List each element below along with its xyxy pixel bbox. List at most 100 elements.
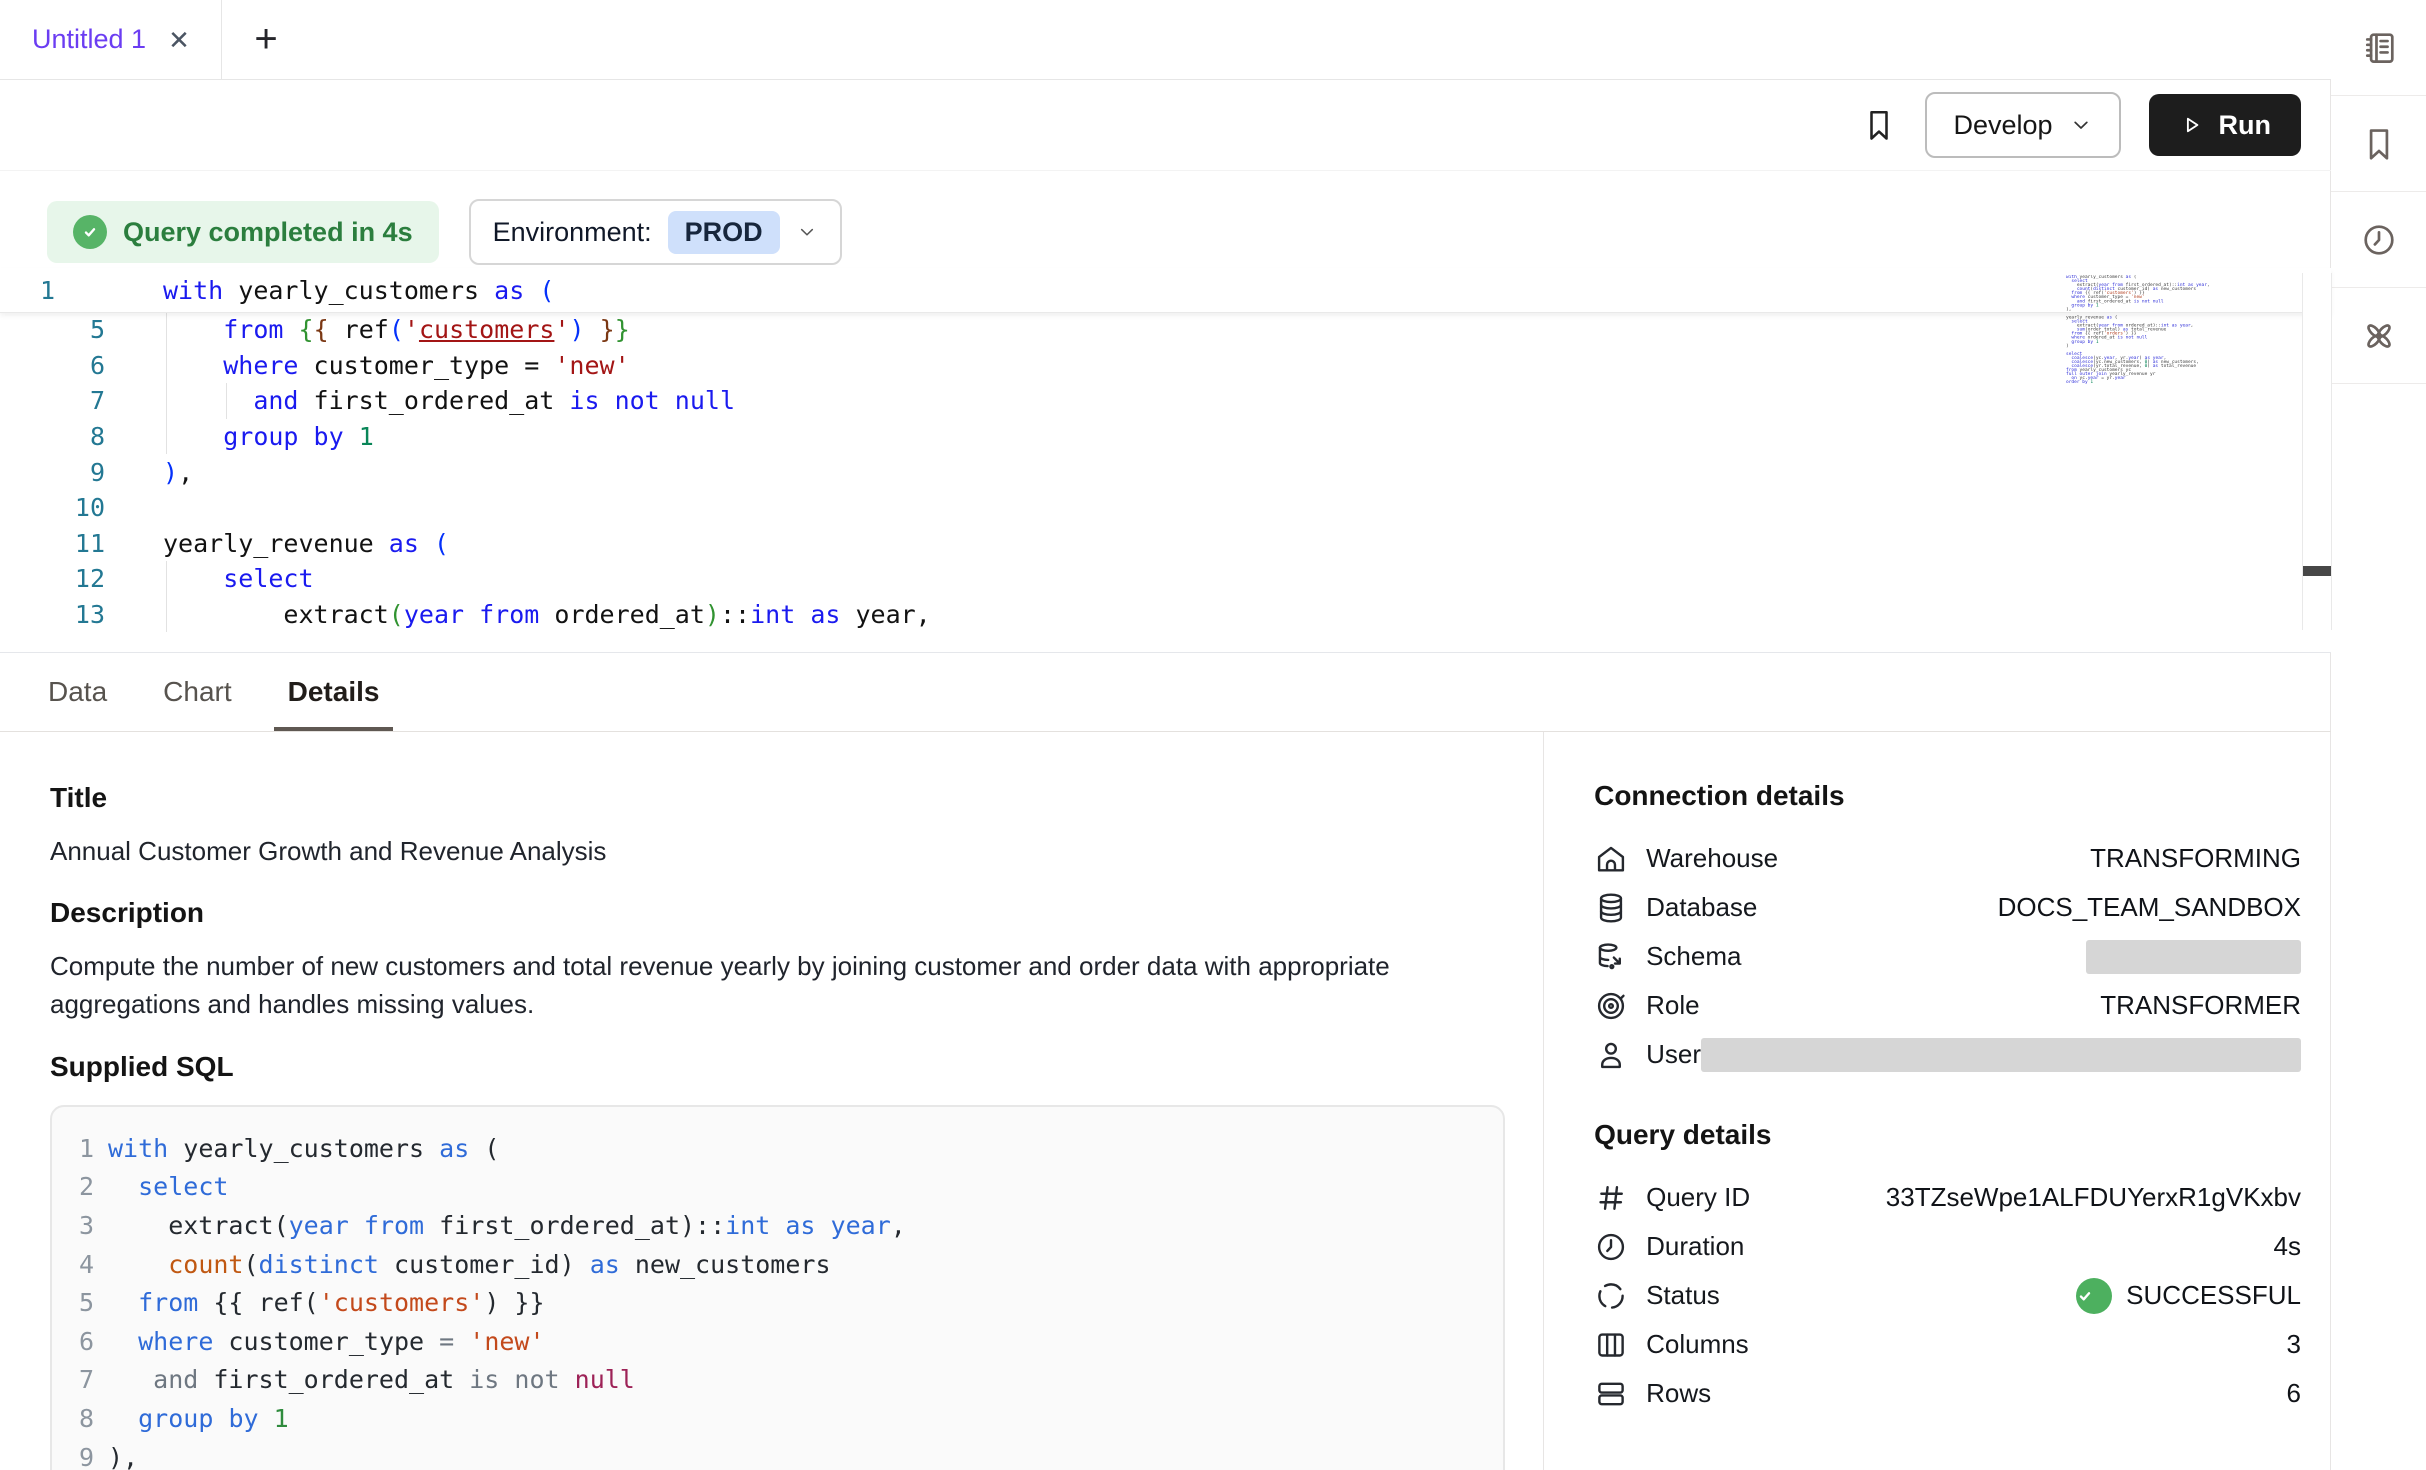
detail-row-status: StatusSUCCESSFUL — [1594, 1271, 2301, 1320]
tab-untitled-1[interactable]: Untitled 1 ✕ — [0, 0, 222, 79]
detail-label: Database — [1646, 892, 1757, 923]
code-line: 10 — [0, 490, 2331, 526]
details-panel: Title Annual Customer Growth and Revenue… — [0, 732, 2331, 1470]
role-icon — [1594, 989, 1628, 1023]
query-status-pill: Query completed in 4s — [47, 201, 439, 263]
title-value: Annual Customer Growth and Revenue Analy… — [50, 836, 1543, 867]
detail-value: DOCS_TEAM_SANDBOX — [1998, 892, 2301, 923]
new-tab-button[interactable]: + — [236, 0, 296, 79]
detail-label: User — [1646, 1039, 1701, 1070]
result-tabs: Data Chart Details — [0, 653, 2331, 732]
sql-line: 8 group by 1 — [60, 1399, 1503, 1438]
description-heading: Description — [50, 897, 1543, 929]
tab-label: Untitled 1 — [32, 24, 146, 55]
status-row: Query completed in 4s Environment: PROD — [47, 199, 2331, 265]
detail-label: Rows — [1646, 1378, 1711, 1409]
duration-icon — [1594, 1230, 1628, 1264]
redacted-value — [1701, 1038, 2301, 1072]
query-status-text: Query completed in 4s — [123, 217, 413, 248]
tab-details[interactable]: Details — [288, 653, 380, 731]
tab-label: Details — [288, 676, 380, 708]
run-button[interactable]: Run — [2149, 94, 2301, 156]
sql-line: 2 select — [60, 1168, 1503, 1207]
editor-scrollbar[interactable] — [2302, 273, 2332, 630]
rail-history-button[interactable] — [2331, 192, 2426, 288]
tab-chart[interactable]: Chart — [163, 653, 231, 731]
bookmark-icon[interactable] — [1861, 107, 1897, 143]
sql-line: 7 and first_ordered_at is not null — [60, 1361, 1503, 1400]
warehouse-icon — [1594, 842, 1628, 876]
query-detail-rows: Query ID33TZseWpe1ALFDUYerxR1gVKxbvDurat… — [1594, 1173, 2301, 1418]
sql-line: 9), — [60, 1438, 1503, 1470]
connection-details-heading: Connection details — [1594, 780, 2301, 812]
detail-label: Columns — [1646, 1329, 1749, 1360]
title-heading: Title — [50, 782, 1543, 814]
database-icon — [1594, 891, 1628, 925]
columns-icon — [1594, 1328, 1628, 1362]
line-number: 1 — [40, 276, 55, 305]
sql-line: 1with yearly_customers as ( — [60, 1129, 1503, 1168]
active-tab-underline — [274, 727, 394, 731]
chevron-down-icon — [2069, 113, 2093, 137]
user-icon — [1594, 1038, 1628, 1072]
detail-label: Status — [1646, 1280, 1720, 1311]
rail-paradime-logo-button[interactable] — [2331, 288, 2426, 384]
chevron-down-icon — [796, 221, 818, 243]
code-line: 8 group by 1 — [0, 419, 2331, 455]
plus-icon: + — [254, 17, 277, 62]
sql-line: 4 count(distinct customer_id) as new_cus… — [60, 1245, 1503, 1284]
tab-label: Chart — [163, 676, 231, 708]
detail-value: 33TZseWpe1ALFDUYerxR1gVKxbv — [1886, 1182, 2301, 1213]
environment-selector[interactable]: Environment: PROD — [469, 199, 842, 265]
editor-lines: 5 from {{ ref('customers') }}6 where cus… — [0, 312, 2331, 652]
code-line: 11yearly_revenue as ( — [0, 526, 2331, 562]
bookmark-icon — [2360, 125, 2398, 163]
tab-data[interactable]: Data — [48, 653, 107, 731]
detail-value: 3 — [2287, 1329, 2301, 1360]
redacted-value — [2086, 940, 2301, 974]
develop-button[interactable]: Develop — [1925, 92, 2120, 158]
rail-bookmark-button[interactable] — [2331, 96, 2426, 192]
details-left: Title Annual Customer Growth and Revenue… — [0, 732, 1543, 1470]
play-icon — [2179, 112, 2205, 138]
detail-value: TRANSFORMER — [2100, 990, 2301, 1021]
code-line: 7 and first_ordered_at is not null — [0, 383, 2331, 419]
rail-notebook-button[interactable] — [2331, 0, 2426, 96]
code-line: 13 extract(year from ordered_at)::int as… — [0, 597, 2331, 633]
detail-row-schema: Schema — [1594, 932, 2301, 981]
main-column: Untitled 1 ✕ + Develop Run Query compl — [0, 0, 2331, 1470]
paradime-logo-icon — [2360, 317, 2398, 355]
detail-row-user: User — [1594, 1030, 2301, 1079]
run-label: Run — [2219, 110, 2271, 141]
supplied-sql-heading: Supplied SQL — [50, 1051, 1543, 1083]
schema-icon — [1594, 940, 1628, 974]
sql-editor[interactable]: 1 with yearly_customers as ( 5 from {{ r… — [0, 268, 2331, 653]
rows-icon — [1594, 1377, 1628, 1411]
check-circle-icon — [73, 215, 107, 249]
detail-label: Schema — [1646, 941, 1741, 972]
sticky-scroll-line: 1 with yearly_customers as ( — [0, 268, 2331, 313]
notebook-icon — [2360, 29, 2398, 67]
tab-strip: Untitled 1 ✕ + — [0, 0, 2331, 80]
code-line: 6 where customer_type = 'new' — [0, 348, 2331, 384]
detail-value: 6 — [2287, 1378, 2301, 1409]
sql-line: 6 where customer_type = 'new' — [60, 1322, 1503, 1361]
right-rail — [2330, 0, 2426, 1470]
code-line: 5 from {{ ref('customers') }} — [0, 312, 2331, 348]
connection-rows: WarehouseTRANSFORMINGDatabaseDOCS_TEAM_S… — [1594, 834, 2301, 1079]
environment-label: Environment: — [493, 217, 652, 248]
detail-row-rows: Rows 6 — [1594, 1369, 2301, 1418]
sql-line: 5 from {{ ref('customers') }} — [60, 1283, 1503, 1322]
scrollbar-thumb[interactable] — [2303, 566, 2331, 576]
detail-row-query-id: Query ID33TZseWpe1ALFDUYerxR1gVKxbv — [1594, 1173, 2301, 1222]
toolbar: Develop Run — [0, 80, 2331, 171]
code-line: with yearly_customers as ( — [0, 276, 554, 305]
status-icon — [1594, 1279, 1628, 1313]
app-window: Untitled 1 ✕ + Develop Run Query compl — [0, 0, 2426, 1470]
history-icon — [2360, 221, 2398, 259]
query-details-heading: Query details — [1594, 1119, 2301, 1151]
detail-row-role: RoleTRANSFORMER — [1594, 981, 2301, 1030]
code-line: 12 select — [0, 561, 2331, 597]
minimap[interactable]: with yearly_customers as ( select extrac… — [2066, 275, 2311, 390]
close-icon[interactable]: ✕ — [168, 27, 190, 53]
